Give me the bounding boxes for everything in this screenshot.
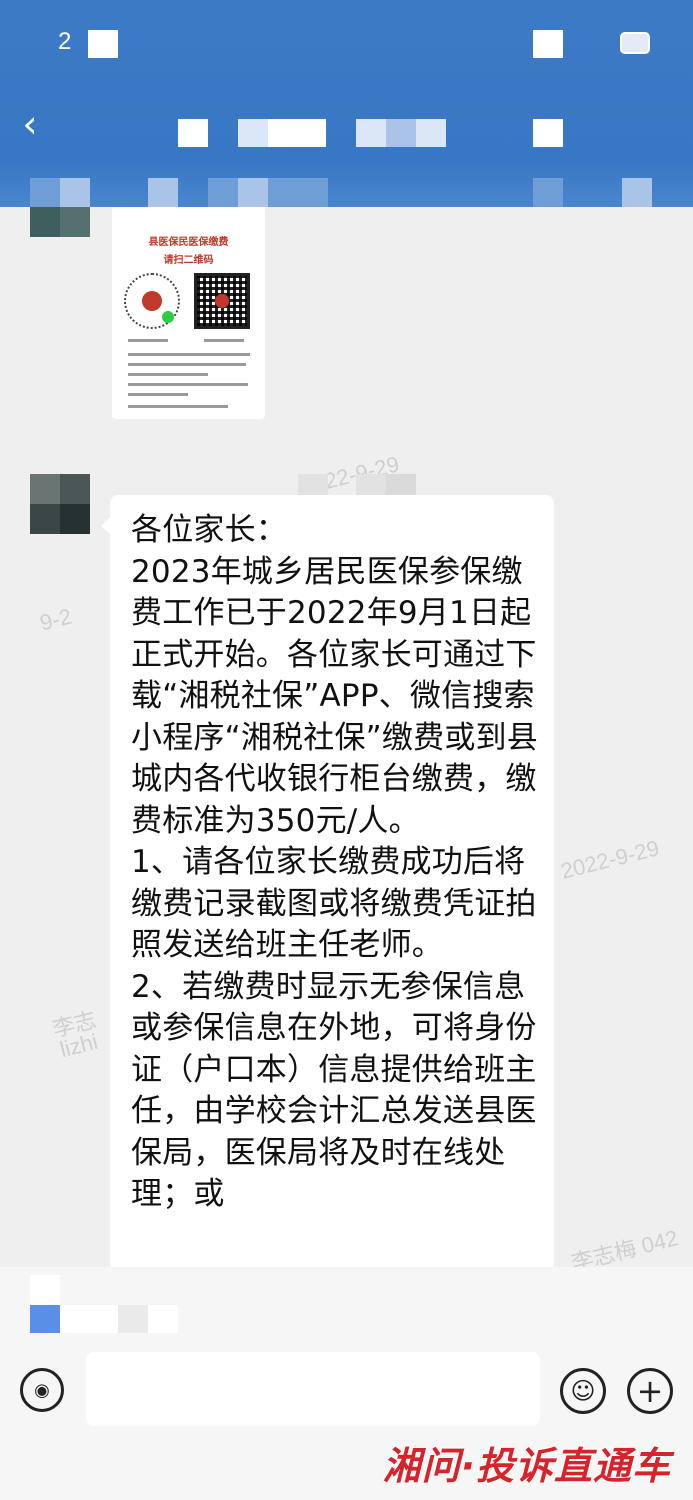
wechat-qr-code [124,273,180,329]
message-text: 各位家长： 2023年城乡居民医保参保缴费工作已于2022年9月1日起正式开始。… [131,512,538,1212]
emoji-icon[interactable]: ☺ [560,1368,606,1414]
image-text-line [128,363,246,366]
chat-messages[interactable]: 县医保民医保缴费 请扫二维码 2022-9-29 9-2 2022-9-29 李… [0,207,693,1267]
brand-logo: 湘问·投诉直通车 [382,1444,671,1488]
wechat-icon [162,311,174,323]
image-text-line [128,339,168,342]
image-text-line [128,405,228,408]
sender-avatar[interactable] [30,474,90,534]
pixelated-status [88,30,118,58]
image-text-line [128,353,250,356]
battery-icon [620,32,650,54]
chat-header: 2 ‹ [0,0,693,207]
back-button[interactable]: ‹ [10,104,50,144]
image-text-line [128,393,188,396]
qr-code-image-message[interactable]: 县医保民医保缴费 请扫二维码 [112,207,265,419]
watermark: 2022-9-29 [558,835,662,884]
bubble-tail [101,517,111,535]
pixelated-status [533,30,563,58]
text-message-bubble[interactable]: 各位家长： 2023年城乡居民医保参保缴费工作已于2022年9月1日起正式开始。… [101,495,554,1267]
alipay-qr-code [194,273,250,329]
image-title: 县医保民医保缴费 [148,237,229,248]
image-subtitle: 请扫二维码 [163,255,214,266]
image-text-line [128,373,208,376]
emblem-icon [215,294,229,308]
sender-avatar[interactable] [30,207,90,237]
plus-icon[interactable]: + [627,1368,673,1414]
image-text-line [204,339,244,342]
watermark: 9-2 [37,603,75,636]
emblem-icon [142,291,162,311]
image-text-line [128,383,248,386]
voice-icon[interactable]: ◉ [20,1368,64,1412]
message-input-bar: ◉ ☺ + [0,1340,693,1440]
status-time: 2 [58,28,72,55]
message-input[interactable] [86,1352,540,1426]
bottom-band: 湘问·投诉直通车 [0,1440,693,1500]
watermark: 李志梅 042 [568,1225,681,1267]
